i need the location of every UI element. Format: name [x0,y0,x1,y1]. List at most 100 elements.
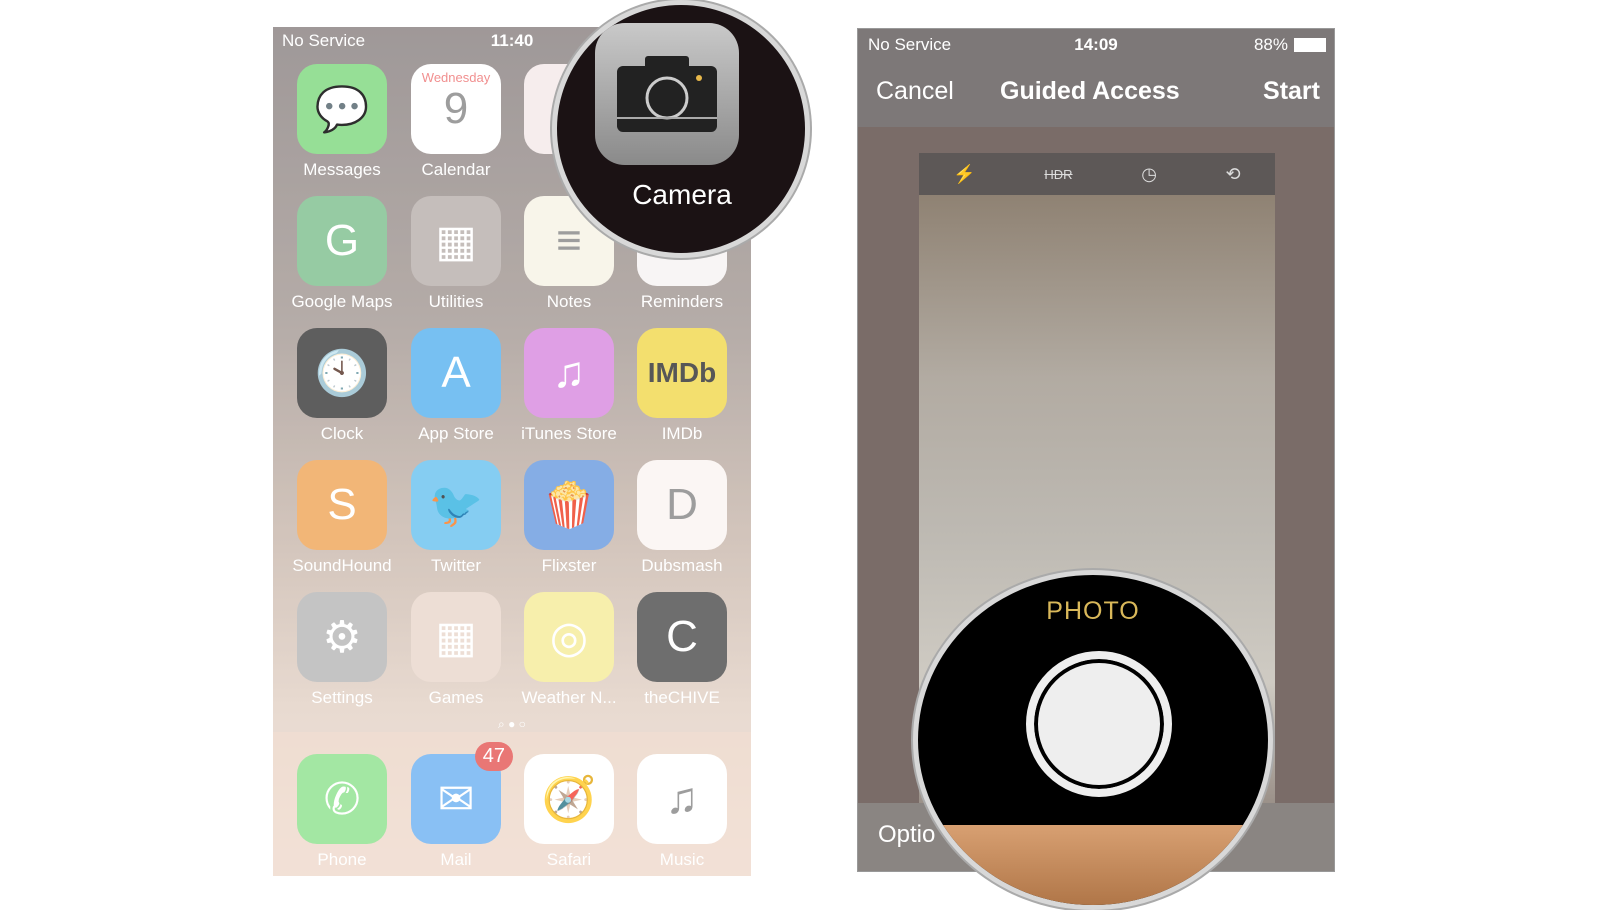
app-music[interactable]: ♫ Music [625,754,739,870]
icon-glyph: 🐦 [428,481,484,530]
icon-glyph: ♫ [665,774,699,823]
camera-toolbar: ⚡ HDR ◷ ⟲ [919,153,1275,195]
app-label: App Store [418,424,494,443]
icon-glyph: ▦ [435,612,477,662]
app-label: Dubsmash [641,556,723,575]
app-google-maps[interactable]: G Google Maps [285,196,399,312]
flash-icon[interactable]: ⚡ [953,164,975,185]
icon-glyph: ▦ [435,216,477,266]
icon-glyph: ≡ [556,216,582,265]
icon-glyph: ⚙ [322,612,362,662]
icon-glyph: A [441,348,471,397]
page-title: Guided Access [1000,77,1180,105]
app-clock[interactable]: 🕙 Clock [285,328,399,444]
app-label: Music [659,850,705,869]
app-safari[interactable]: 🧭 Safari [512,754,626,870]
app-icon: 💬 [297,64,387,154]
app-label: IMDb [661,424,703,443]
app-label: Safari [546,850,592,869]
app-icon: ♫ [524,328,614,418]
camera-icon [617,56,717,132]
status-bar: No Service 14:09 88% [858,35,1334,57]
app-itunes-store[interactable]: ♫ iTunes Store [512,328,626,444]
app-label: Utilities [428,292,484,311]
camera-label: Camera [632,179,732,210]
flip-camera-icon[interactable]: ⟲ [1226,164,1241,185]
magnifier-camera: Camera [552,0,810,258]
app-label: Weather N... [521,688,617,707]
timer-icon[interactable]: ◷ [1141,164,1157,185]
app-icon: ✆ [297,754,387,844]
icon-glyph: D [666,480,698,529]
icon-glyph: ♫ [552,348,586,397]
app-icon: C [637,592,727,682]
mode-video[interactable]: EO [938,597,976,626]
app-label: Messages [303,160,381,179]
icon-glyph: IMDb [647,357,717,388]
app-weather-n-[interactable]: ◎ Weather N... [512,592,626,708]
app-icon: ◎ [524,592,614,682]
app-label: Flixster [541,556,597,575]
app-icon: 🕙 [297,328,387,418]
notification-badge: 47 [474,742,513,771]
battery-percent: 88% [1253,35,1288,54]
camera-app-icon[interactable] [595,23,739,165]
icon-glyph: 🧭 [541,775,597,824]
app-games[interactable]: ▦ Games [399,592,513,708]
app-label: Twitter [430,556,482,575]
app-label: Clock [320,424,364,443]
app-flixster[interactable]: 🍿 Flixster [512,460,626,576]
app-twitter[interactable]: 🐦 Twitter [399,460,513,576]
carrier: No Service [868,35,952,54]
app-soundhound[interactable]: S SoundHound [285,460,399,576]
icon-glyph: 💬 [314,85,370,134]
app-label: Settings [311,688,373,707]
app-icon: ♫ [637,754,727,844]
icon-glyph: 🍿 [541,481,597,530]
app-messages[interactable]: 💬 Messages [285,64,399,180]
hdr-button[interactable]: HDR [1044,167,1072,182]
app-settings[interactable]: ⚙ Settings [285,592,399,708]
icon-glyph: ✆ [323,774,361,824]
battery-icon [1294,38,1326,52]
app-mail[interactable]: ✉ 47 Mail [399,742,513,870]
app-thechive[interactable]: CtheCHIVE [625,592,739,708]
icon-glyph: S [327,480,357,529]
app-label: Games [428,688,484,707]
app-icon: ▦ [411,196,501,286]
icon-glyph: ✉ [437,774,475,824]
app-icon: ▦ [411,592,501,682]
app-label: SoundHound [292,556,392,575]
icon-glyph: C [666,612,698,661]
start-button[interactable]: Start [1263,77,1320,106]
app-phone[interactable]: ✆ Phone [285,754,399,870]
app-utilities[interactable]: ▦ Utilities [399,196,513,312]
app-icon: G [297,196,387,286]
app-label: Notes [546,292,592,311]
app-icon: 🐦 [411,460,501,550]
app-icon: A [411,328,501,418]
mode-photo[interactable]: PHOTO [1046,597,1139,626]
app-icon: 9 Wednesday [411,64,501,154]
app-label: theCHIVE [644,688,720,707]
app-app-store[interactable]: A App Store [399,328,513,444]
app-label: iTunes Store [521,424,617,443]
clock-time: 11:40 [490,31,534,50]
app-label: Mail [440,850,472,869]
shutter-button[interactable] [1026,651,1172,797]
app-icon: 🍿 [524,460,614,550]
app-icon: IMDb [637,328,727,418]
cancel-button[interactable]: Cancel [876,77,954,106]
app-calendar[interactable]: 9 Wednesday Calendar [399,64,513,180]
app-label: Reminders [640,292,724,311]
page-indicator[interactable]: ⌕ ● ○ [273,717,751,732]
mode-square[interactable]: SL [1215,597,1248,626]
icon-glyph: ◎ [549,612,589,662]
app-imdb[interactable]: IMDb IMDb [625,328,739,444]
app-icon: D [637,460,727,550]
app-dubsmash[interactable]: D Dubsmash [625,460,739,576]
app-label: Calendar [421,160,491,179]
app-label: Google Maps [291,292,393,311]
app-icon: ✉ 47 [411,742,513,844]
carrier: No Service [282,31,366,50]
